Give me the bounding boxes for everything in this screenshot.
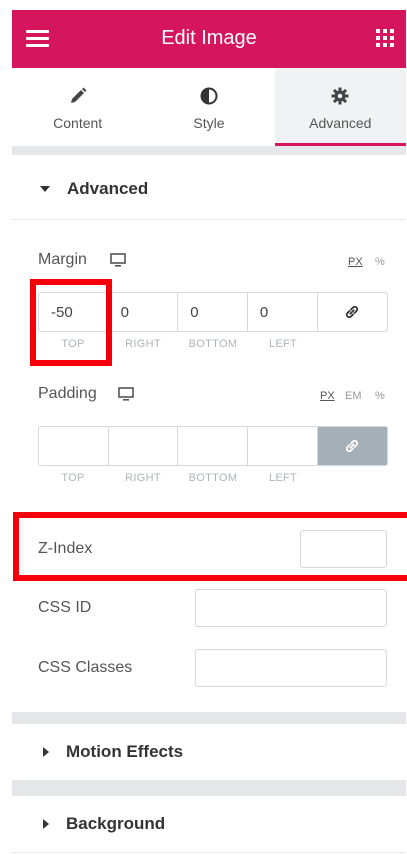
section-background-title: Background <box>66 814 166 833</box>
padding-bottom-label: BOTTOM <box>188 472 238 484</box>
caret-down-icon <box>40 186 50 192</box>
tab-content-label: Content <box>53 115 103 131</box>
padding-unit-percent[interactable]: % <box>375 390 385 402</box>
margin-bottom-label: BOTTOM <box>188 338 238 350</box>
desktop-icon[interactable] <box>110 253 126 267</box>
caret-right-icon <box>43 819 49 829</box>
section-motion-effects-title: Motion Effects <box>66 742 184 761</box>
panel-title: Edit Image <box>161 27 257 49</box>
tab-advanced-label: Advanced <box>309 115 372 131</box>
tab-content[interactable]: Content <box>12 68 143 146</box>
contrast-icon <box>199 86 219 106</box>
padding-top-label: TOP <box>61 472 85 484</box>
css-id-input[interactable] <box>195 589 387 627</box>
desktop-icon[interactable] <box>118 387 134 401</box>
margin-link-values-button[interactable] <box>318 293 388 331</box>
section-divider <box>12 852 406 853</box>
section-advanced-title: Advanced <box>67 179 149 198</box>
padding-unit-px[interactable]: PX <box>320 390 335 402</box>
gear-icon <box>330 86 350 106</box>
section-background-header[interactable]: Background <box>12 796 406 852</box>
padding-bottom-input[interactable] <box>178 427 248 465</box>
caret-right-icon <box>43 747 49 757</box>
section-gap <box>12 712 406 724</box>
margin-right-input[interactable]: 0 <box>109 293 179 331</box>
tab-advanced[interactable]: Advanced <box>274 68 407 146</box>
editor-panel: Edit Image Content Style Advanced Advanc… <box>0 0 407 855</box>
link-icon <box>346 305 359 319</box>
highlight-z-index <box>13 512 407 581</box>
padding-right-label: RIGHT <box>125 472 161 484</box>
padding-left-label: LEFT <box>268 472 298 484</box>
margin-bottom-input[interactable]: 0 <box>178 293 248 331</box>
margin-label: Margin <box>38 251 87 268</box>
padding-side-labels: TOP RIGHT BOTTOM LEFT <box>38 472 388 484</box>
css-id-label: CSS ID <box>38 599 92 616</box>
header-bar: Edit Image <box>12 10 406 68</box>
margin-left-input[interactable]: 0 <box>248 293 318 331</box>
css-classes-input[interactable] <box>195 649 387 687</box>
margin-unit-percent[interactable]: % <box>375 256 385 268</box>
section-divider <box>12 219 406 220</box>
section-gap <box>12 780 406 796</box>
padding-label: Padding <box>38 385 97 402</box>
highlight-margin-top <box>30 279 112 366</box>
padding-unit-em[interactable]: EM <box>345 390 362 402</box>
widgets-grid-icon[interactable] <box>376 29 394 47</box>
section-advanced-header[interactable]: Advanced <box>12 155 406 223</box>
margin-right-label: RIGHT <box>125 338 161 350</box>
padding-link-values-button[interactable] <box>317 427 388 465</box>
tab-bar: Content Style Advanced <box>12 68 407 146</box>
padding-left-input[interactable] <box>248 427 318 465</box>
css-classes-label: CSS Classes <box>38 659 133 676</box>
padding-dimensions <box>38 426 388 466</box>
pencil-icon <box>68 86 88 106</box>
margin-unit-px[interactable]: PX <box>348 256 363 268</box>
margin-left-label: LEFT <box>268 338 298 350</box>
padding-right-input[interactable] <box>109 427 179 465</box>
tab-style-label: Style <box>193 115 225 131</box>
tab-style[interactable]: Style <box>143 68 274 146</box>
padding-top-input[interactable] <box>39 427 109 465</box>
link-icon <box>346 439 359 453</box>
section-motion-effects-header[interactable]: Motion Effects <box>12 724 406 780</box>
